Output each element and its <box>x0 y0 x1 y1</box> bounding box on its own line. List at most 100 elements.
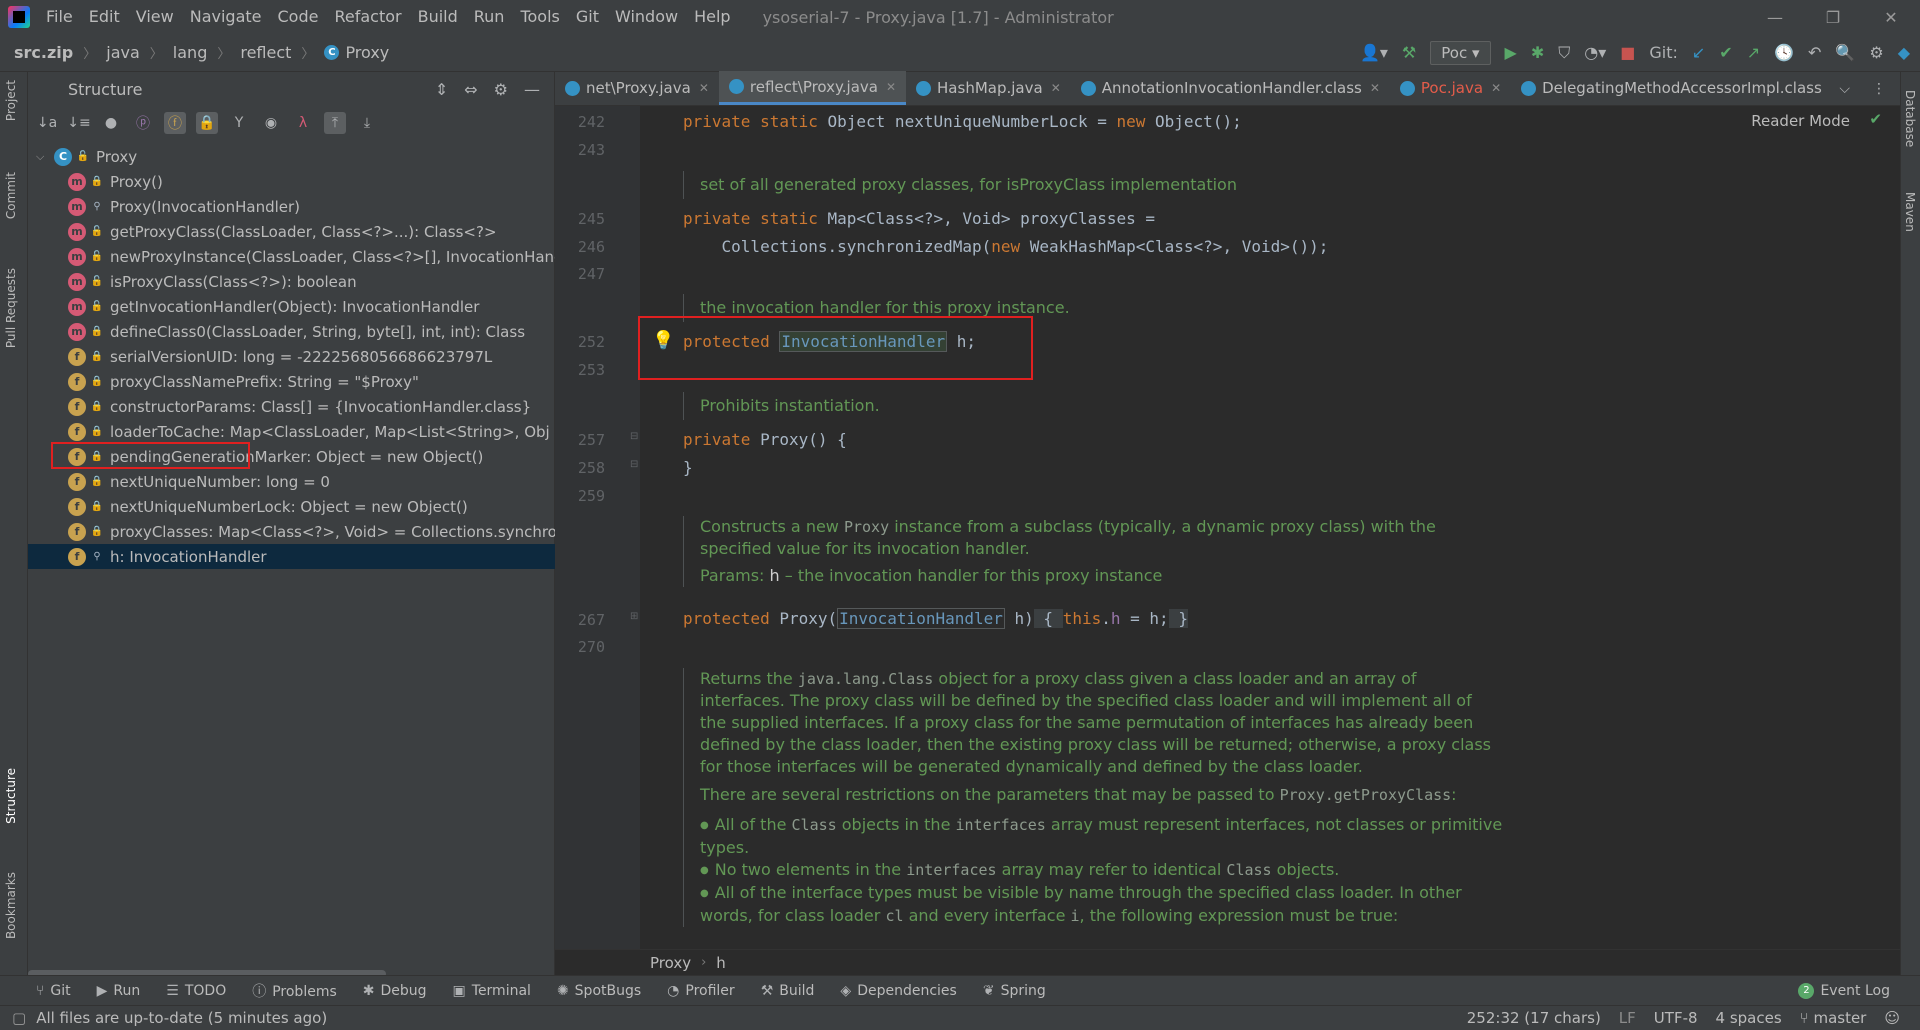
fold-icon[interactable]: ⊟ <box>630 459 638 470</box>
history-icon[interactable]: 🕓 <box>1774 43 1794 62</box>
git-branch-widget[interactable]: ⑂ master <box>1800 1009 1867 1027</box>
tool-run[interactable]: ▶ Run <box>97 983 141 999</box>
jetbrains-toolbox-icon[interactable]: ◆ <box>1898 43 1910 62</box>
breadcrumb-reflect[interactable]: reflect <box>240 43 291 62</box>
show-inherited-icon[interactable]: ● <box>100 112 122 134</box>
tab-net-proxy[interactable]: net\Proxy.java ✕ <box>555 71 719 105</box>
autoscroll-to-source-icon[interactable]: ⤒ <box>324 112 346 134</box>
fold-icon[interactable]: ⊞ <box>630 611 638 622</box>
menu-run[interactable]: Run <box>466 0 513 34</box>
autoscroll-from-source-icon[interactable]: ⤓ <box>356 112 378 134</box>
indent-setting[interactable]: 4 spaces <box>1716 1009 1782 1027</box>
breadcrumb-src-zip[interactable]: src.zip <box>14 43 73 62</box>
run-icon[interactable]: ▶ <box>1505 43 1517 62</box>
side-tab-maven[interactable]: Maven <box>1903 192 1917 232</box>
tree-item[interactable]: f 🔒 proxyClasses: Map<Class<?>, Void> = Co… <box>28 519 555 544</box>
inspection-ok-icon[interactable]: ✔ <box>1869 110 1882 128</box>
file-encoding[interactable]: UTF-8 <box>1654 1009 1698 1027</box>
tree-root[interactable]: ⌵ C 🔓 Proxy <box>28 144 555 169</box>
sort-by-visibility-icon[interactable]: ↓≡ <box>67 112 90 134</box>
profile-icon[interactable]: ◔▾ <box>1584 43 1606 62</box>
settings-gear-icon[interactable]: ⚙ <box>1869 43 1883 62</box>
tool-build[interactable]: ⚒ Build <box>761 983 815 999</box>
chevron-down-icon[interactable]: ⌵ <box>36 150 54 164</box>
tabs-dropdown-icon[interactable]: ⌵ <box>1839 81 1850 97</box>
menu-git[interactable]: Git <box>568 0 607 34</box>
restore-icon[interactable]: ❐ <box>1804 8 1862 27</box>
tree-item[interactable]: f 🔒 serialVersionUID: long = -222256805668… <box>28 344 555 369</box>
breadcrumb-proxy[interactable]: Proxy <box>345 43 389 62</box>
lambda-icon[interactable]: λ <box>292 112 314 134</box>
tool-todo[interactable]: ☰ TODO <box>166 983 226 999</box>
menu-refactor[interactable]: Refactor <box>326 0 409 34</box>
tree-item[interactable]: m 🔒 Proxy() <box>28 169 555 194</box>
git-commit-icon[interactable]: ✔ <box>1719 43 1732 62</box>
show-anonymous-icon[interactable]: Y <box>228 112 250 134</box>
collapse-all-icon[interactable]: ⇔ <box>464 80 477 99</box>
tab-hashmap[interactable]: HashMap.java ✕ <box>906 71 1071 105</box>
tab-delegating-method-accessor[interactable]: DelegatingMethodAccessorImpl.class <box>1511 71 1832 105</box>
tool-profiler[interactable]: ◔ Profiler <box>667 983 735 999</box>
close-tab-icon[interactable]: ✕ <box>1491 81 1501 95</box>
side-tab-project[interactable]: Project <box>4 80 18 121</box>
tree-item[interactable]: m ⚲ Proxy(InvocationHandler) <box>28 194 555 219</box>
rollback-icon[interactable]: ↶ <box>1808 43 1821 62</box>
git-update-icon[interactable]: ↙ <box>1692 43 1705 62</box>
tree-item[interactable]: m 🔓 getInvocationHandler(Object): Invocati… <box>28 294 555 319</box>
close-tab-icon[interactable]: ✕ <box>699 81 709 95</box>
side-tab-bookmarks[interactable]: Bookmarks <box>4 872 18 939</box>
tree-item[interactable]: m 🔒 defineClass0(ClassLoader, String, byte… <box>28 319 555 344</box>
run-configuration-select[interactable]: Poc ▾ <box>1430 40 1491 65</box>
menu-file[interactable]: File <box>38 0 81 34</box>
user-icon[interactable]: 👤▾ <box>1360 43 1388 62</box>
tool-spring[interactable]: ❦ Spring <box>983 983 1046 999</box>
close-tab-icon[interactable]: ✕ <box>886 80 896 94</box>
show-fields-icon[interactable]: ⓕ <box>164 112 186 134</box>
code-crumb-class[interactable]: Proxy <box>650 954 691 972</box>
fold-icon[interactable]: ⊟ <box>630 431 638 442</box>
tool-dependencies[interactable]: ◈ Dependencies <box>840 983 956 999</box>
side-tab-commit[interactable]: Commit <box>4 172 18 219</box>
expand-all-icon[interactable]: ⇕ <box>435 80 448 99</box>
tool-spotbugs[interactable]: ✺ SpotBugs <box>557 983 641 999</box>
tool-terminal[interactable]: ▣ Terminal <box>453 983 531 999</box>
breadcrumb-lang[interactable]: lang <box>173 43 208 62</box>
inspector-icon[interactable]: ☺ <box>1884 1009 1900 1027</box>
sort-alphabetically-icon[interactable]: ↓a <box>36 112 58 134</box>
side-tab-pull-requests[interactable]: Pull Requests <box>4 268 18 348</box>
tree-item[interactable]: f 🔒 loaderToCache: Map<ClassLoader, Map<Li… <box>28 419 555 444</box>
line-separator[interactable]: LF <box>1619 1009 1636 1027</box>
menu-tools[interactable]: Tools <box>512 0 567 34</box>
tree-item[interactable]: f 🔒 nextUniqueNumberLock: Object = new Obj… <box>28 494 555 519</box>
tree-item[interactable]: m 🔓 newProxyInstance(ClassLoader, Class<?>… <box>28 244 555 269</box>
menu-navigate[interactable]: Navigate <box>182 0 270 34</box>
git-push-icon[interactable]: ↗ <box>1747 43 1760 62</box>
debug-icon[interactable]: ✱ <box>1531 43 1544 62</box>
side-tab-database[interactable]: Database <box>1903 90 1917 147</box>
close-tab-icon[interactable]: ✕ <box>1051 81 1061 95</box>
menu-build[interactable]: Build <box>410 0 466 34</box>
tab-reflect-proxy[interactable]: reflect\Proxy.java ✕ <box>718 71 907 105</box>
tool-git[interactable]: ⑂ Git <box>36 983 71 999</box>
tree-item[interactable]: f 🔒 proxyClassNamePrefix: String = "$Proxy… <box>28 369 555 394</box>
menu-window[interactable]: Window <box>607 0 686 34</box>
coverage-icon[interactable]: ⛉ <box>1558 43 1570 63</box>
caret-position[interactable]: 252:32 (17 chars) <box>1467 1009 1601 1027</box>
panel-settings-icon[interactable]: ⚙ <box>494 80 508 99</box>
side-tab-structure[interactable]: Structure <box>4 768 18 824</box>
tree-item[interactable]: f 🔒 nextUniqueNumber: long = 0 <box>28 469 555 494</box>
tab-annotation-invocation-handler[interactable]: AnnotationInvocationHandler.class ✕ <box>1071 71 1390 105</box>
menu-edit[interactable]: Edit <box>81 0 128 34</box>
more-options-icon[interactable]: ⋮ <box>1872 81 1886 97</box>
tree-item[interactable]: m 🔓 getProxyClass(ClassLoader, Class<?>...… <box>28 219 555 244</box>
breadcrumb-java[interactable]: java <box>106 43 140 62</box>
minimize-icon[interactable]: — <box>1746 8 1804 27</box>
hide-panel-icon[interactable]: — <box>524 80 540 99</box>
tree-item[interactable]: m 🔓 isProxyClass(Class<?>): boolean <box>28 269 555 294</box>
menu-help[interactable]: Help <box>686 0 738 34</box>
reader-mode-toggle[interactable]: Reader Mode <box>1751 112 1850 130</box>
show-properties-icon[interactable]: ⓟ <box>132 112 154 134</box>
build-hammer-icon[interactable]: ⚒ <box>1402 43 1416 62</box>
code-editor[interactable]: Reader Mode ✔ 242 private static Object … <box>555 106 1900 949</box>
code-crumb-field[interactable]: h <box>716 954 726 972</box>
